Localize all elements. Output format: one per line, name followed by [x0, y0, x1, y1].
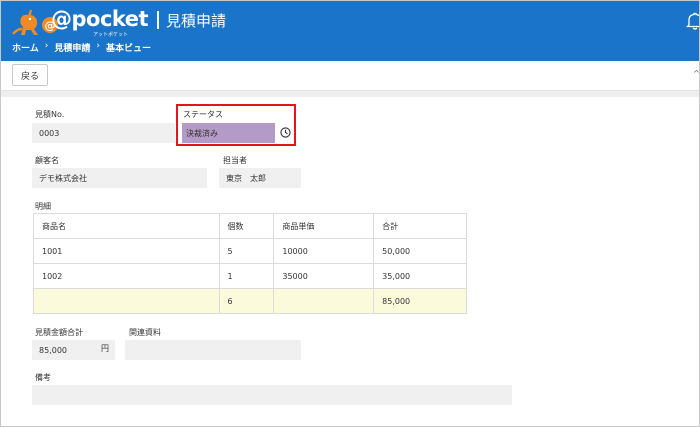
breadcrumb-separator: ›	[44, 41, 49, 51]
total-product-cell	[33, 288, 220, 314]
breadcrumb-home[interactable]: ホーム	[12, 41, 39, 54]
column-header-qty: 個数	[218, 213, 275, 239]
customer-field: デモ株式会社	[32, 168, 207, 188]
remarks-label: 備考	[35, 373, 51, 382]
bell-icon[interactable]	[685, 11, 700, 31]
owner-label: 担当者	[223, 156, 247, 165]
total-qty-cell: 6	[218, 288, 275, 314]
breadcrumb: ホーム › 見積申請 › 基本ビュー	[12, 41, 151, 54]
table-total-row: 6 85,000	[33, 288, 467, 314]
app-frame: @ @pocket アットポケット 見積申請 ホーム › 見積申請 › 基本ビュ…	[0, 0, 700, 427]
estimate-no-field: 0003	[32, 123, 175, 143]
customer-label: 顧客名	[35, 156, 59, 165]
column-header-subtotal: 合計	[373, 213, 467, 239]
estimate-no-label: 見積No.	[35, 110, 65, 119]
related-docs-label: 関連資料	[129, 328, 161, 337]
table-row: 1002 1 35000 35,000	[33, 263, 467, 289]
total-unit-price-cell	[273, 288, 375, 314]
unit-price-cell: 10000	[273, 238, 375, 264]
detail-label: 明細	[35, 202, 51, 211]
qty-cell: 1	[218, 263, 275, 289]
toolbar: 戻る ^	[1, 61, 699, 91]
table-header-row: 商品名 個数 商品単価 合計	[33, 213, 467, 239]
subtotal-cell: 50,000	[373, 238, 467, 264]
logo-text: @pocket	[51, 7, 149, 31]
column-header-unit-price: 商品単価	[273, 213, 375, 239]
logo-subtext: アットポケット	[93, 32, 129, 38]
product-cell: 1002	[33, 263, 220, 289]
table-row: 1001 5 10000 50,000	[33, 238, 467, 264]
yen-unit: 円	[101, 344, 109, 353]
total-amount-label: 見積金額合計	[35, 328, 83, 337]
column-header-product: 商品名	[33, 213, 220, 239]
product-cell: 1001	[33, 238, 220, 264]
status-highlight-box	[176, 104, 296, 146]
breadcrumb-basic-view: 基本ビュー	[105, 44, 151, 54]
page-title: 見積申請	[166, 12, 227, 30]
title-divider	[157, 11, 159, 29]
unit-price-cell: 35000	[273, 263, 375, 289]
app-header: @ @pocket アットポケット 見積申請 ホーム › 見積申請 › 基本ビュ…	[1, 1, 700, 61]
scroll-up-caret-icon[interactable]: ^	[693, 69, 699, 78]
back-button[interactable]: 戻る	[12, 64, 48, 86]
qty-cell: 5	[218, 238, 275, 264]
breadcrumb-separator: ›	[96, 41, 100, 51]
total-amount-cell: 85,000	[373, 288, 467, 314]
breadcrumb-estimate[interactable]: 見積申請	[54, 41, 90, 54]
related-docs-field	[125, 340, 301, 360]
owner-field: 東京 太郎	[219, 168, 301, 188]
toolbar-shadow	[1, 91, 699, 97]
remarks-field	[32, 385, 512, 405]
detail-table: 商品名 個数 商品単価 合計 1001 5 10000 50,000 1002 …	[33, 213, 467, 314]
subtotal-cell: 35,000	[373, 263, 467, 289]
